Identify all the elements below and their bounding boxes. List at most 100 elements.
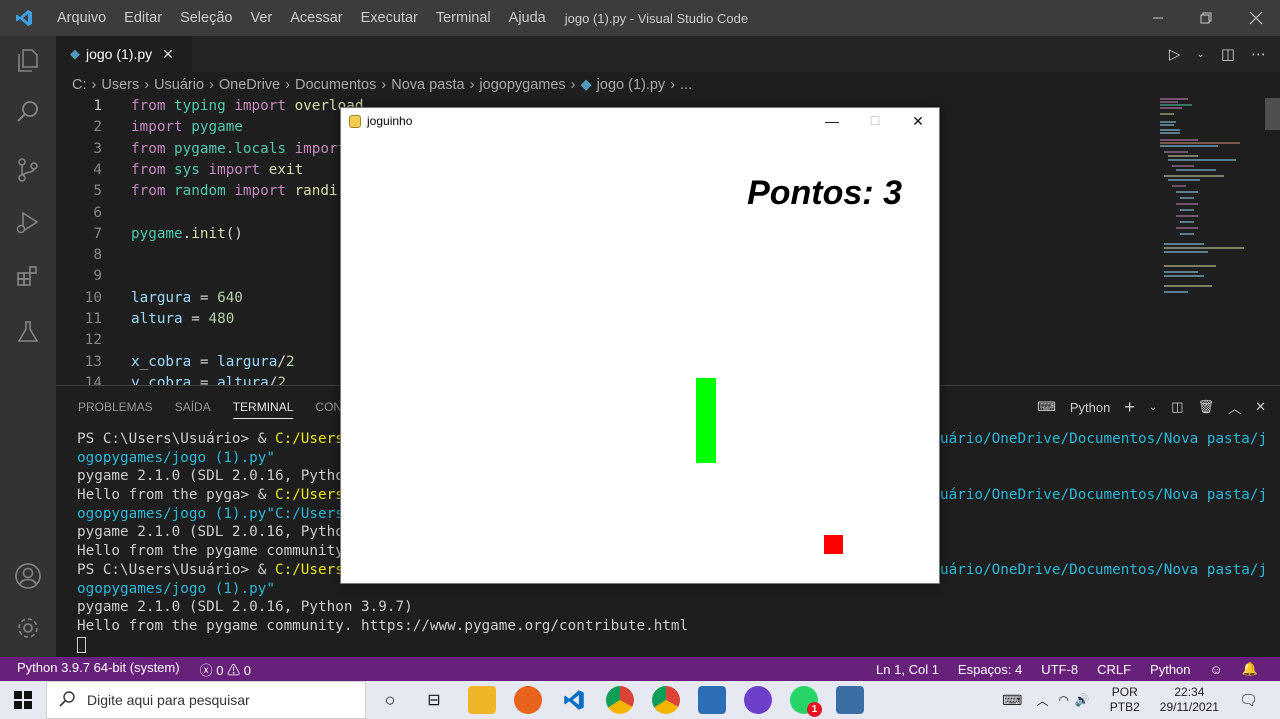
settings-gear-icon[interactable] [0,604,56,652]
github-icon[interactable] [744,686,772,714]
editor-scrollbar-thumb[interactable] [1265,98,1280,130]
pygame-window[interactable]: joguinho — ☐ ✕ Pontos: 3 [340,107,940,584]
whatsapp-icon[interactable]: 1 [790,686,822,717]
close-panel-icon[interactable]: ✕ [1255,399,1266,415]
run-file-icon[interactable]: ▷ [1169,45,1181,63]
input-language[interactable]: POR PTB2 [1110,685,1140,715]
breadcrumb-drive[interactable]: C: [72,77,87,93]
taskbar-search-box[interactable]: Digite aqui para pesquisar [46,681,366,719]
python-file-icon: ◆ [70,46,80,61]
breadcrumb-users[interactable]: Users [101,77,139,93]
file-explorer-icon[interactable] [468,686,496,714]
terminal-cursor [77,636,86,653]
notifications-bell-icon[interactable]: 🔔 [1242,661,1258,677]
menu-ver[interactable]: Ver [241,10,281,26]
editor-tabs: ◆ jogo (1).py ✕ ▷ ⌄ ◫ ⋯ [56,36,1280,72]
kill-terminal-trash-icon[interactable]: 🗑 [1198,399,1215,415]
new-terminal-icon[interactable]: + [1124,397,1135,418]
account-icon[interactable] [0,552,56,600]
terminal-shell-label[interactable]: Python [1070,400,1110,415]
tab-saida[interactable]: SAÍDA [175,400,211,414]
explorer-icon[interactable] [0,36,56,84]
menu-ajuda[interactable]: Ajuda [500,10,555,26]
cortana-circle-icon[interactable]: ○ [376,686,404,714]
task-view-icon[interactable]: ⊟ [420,686,448,714]
activity-bar [0,36,56,657]
run-debug-icon[interactable] [0,198,56,246]
action-center-icon[interactable]: 🗨 [1239,691,1258,709]
menu-executar[interactable]: Executar [352,10,427,26]
firefox-icon[interactable] [514,686,542,714]
eol-status[interactable]: CRLF [1097,662,1131,677]
menu-terminal[interactable]: Terminal [427,10,500,26]
windows-taskbar: Digite aqui para pesquisar ○ ⊟ 1 ⌨ ︿ ◠ 🔊… [0,681,1280,719]
maximize-panel-chevron-up-icon[interactable]: ︿ [1228,398,1241,417]
menu-editar[interactable]: Editar [115,10,171,26]
terminal-line: pygame 2.1.0 (SDL 2.0.16, Python 3.9.7) [77,599,413,616]
pygame-minimize-button[interactable]: — [811,108,853,134]
split-terminal-icon[interactable]: ◫ [1171,399,1183,415]
breadcrumb-symbols[interactable]: ... [680,77,692,93]
pygame-window-title: joguinho [367,114,413,128]
close-tab-icon[interactable]: ✕ [162,46,174,63]
indentation-status[interactable]: Espaços: 4 [958,662,1022,677]
pygame-close-button[interactable]: ✕ [897,108,939,134]
minimap[interactable] [1158,96,1268,306]
breadcrumb-onedrive[interactable]: OneDrive [219,77,280,93]
tab-terminal[interactable]: TERMINAL [232,400,294,419]
extensions-icon[interactable] [0,252,56,300]
menu-arquivo[interactable]: Arquivo [48,10,115,26]
cursor-position-status[interactable]: Ln 1, Col 1 [876,662,939,677]
breadcrumb-usuario[interactable]: Usuário [154,77,204,93]
menu-selecao[interactable]: Seleção [171,10,241,26]
volume-icon[interactable]: 🔊 [1075,693,1090,707]
source-control-icon[interactable] [0,146,56,194]
chrome-icon[interactable] [606,686,634,714]
python-interpreter-status[interactable]: Python 3.9.7 64-bit (system) [17,660,180,679]
tab-console[interactable]: CON [315,400,342,414]
windows-start-icon[interactable] [0,681,46,719]
restore-button[interactable] [1182,0,1231,36]
breadcrumb-nova-pasta[interactable]: Nova pasta [391,77,464,93]
testing-flask-icon[interactable] [0,308,56,356]
encoding-status[interactable]: UTF-8 [1041,662,1078,677]
vscode-taskbar-icon[interactable] [560,686,588,714]
show-hidden-icons-chevron-icon[interactable]: ︿ [1036,692,1048,709]
search-placeholder: Digite aqui para pesquisar [87,692,250,708]
close-window-button[interactable] [1231,0,1280,36]
panel-actions: ⌨ Python + ⌄ ◫ 🗑 ︿ ✕ [1037,386,1266,428]
desktop: Arquivo Editar Seleção Ver Acessar Execu… [0,0,1280,719]
score-text: Pontos: 3 [747,174,902,212]
system-tray: ⌨ ︿ ◠ 🔊 POR PTB2 22:34 29/11/2021 🗨 [1002,681,1280,719]
menu-acessar[interactable]: Acessar [281,10,351,26]
tab-problemas[interactable]: PROBLEMAS [78,400,153,414]
snake [696,378,716,463]
search-icon[interactable] [0,88,56,136]
chrome-profile-icon[interactable] [652,686,680,714]
terminal-cursor-line [77,636,1277,655]
pygame-window-taskbar-icon[interactable] [836,686,864,714]
run-dropdown-chevron-icon[interactable]: ⌄ [1196,49,1204,60]
photos-icon[interactable] [698,686,726,714]
breadcrumb-file[interactable]: jogo (1).py [597,77,666,93]
breadcrumb-documentos[interactable]: Documentos [295,77,376,93]
error-icon: ⓧ [199,662,213,678]
terminal-dropdown-chevron-icon[interactable]: ⌄ [1149,402,1157,413]
warning-icon: ⚠ [227,662,241,678]
breadcrumb-jogopygames[interactable]: jogopygames [479,77,565,93]
problems-status[interactable]: ⓧ 0 ⚠ 0 [200,660,251,679]
tab-jogo-py[interactable]: ◆ jogo (1).py ✕ [56,36,192,72]
pygame-title-bar[interactable]: joguinho — ☐ ✕ [341,108,939,134]
pygame-snake-icon [349,114,361,128]
language-status[interactable]: Python [1150,662,1190,677]
feedback-icon[interactable]: ☺ [1210,662,1223,677]
title-bar: Arquivo Editar Seleção Ver Acessar Execu… [0,0,1280,36]
vscode-logo-icon [0,0,48,36]
keyboard-touch-icon[interactable]: ⌨ [1002,692,1022,709]
minimize-button[interactable] [1133,0,1182,36]
split-editor-icon[interactable]: ◫ [1221,45,1235,63]
wifi-icon[interactable]: ◠ [1058,693,1068,707]
clock[interactable]: 22:34 29/11/2021 [1160,685,1219,715]
status-bar: Python 3.9.7 64-bit (system) ⓧ 0 ⚠ 0 Ln … [0,657,1280,681]
more-actions-icon[interactable]: ⋯ [1251,45,1266,63]
